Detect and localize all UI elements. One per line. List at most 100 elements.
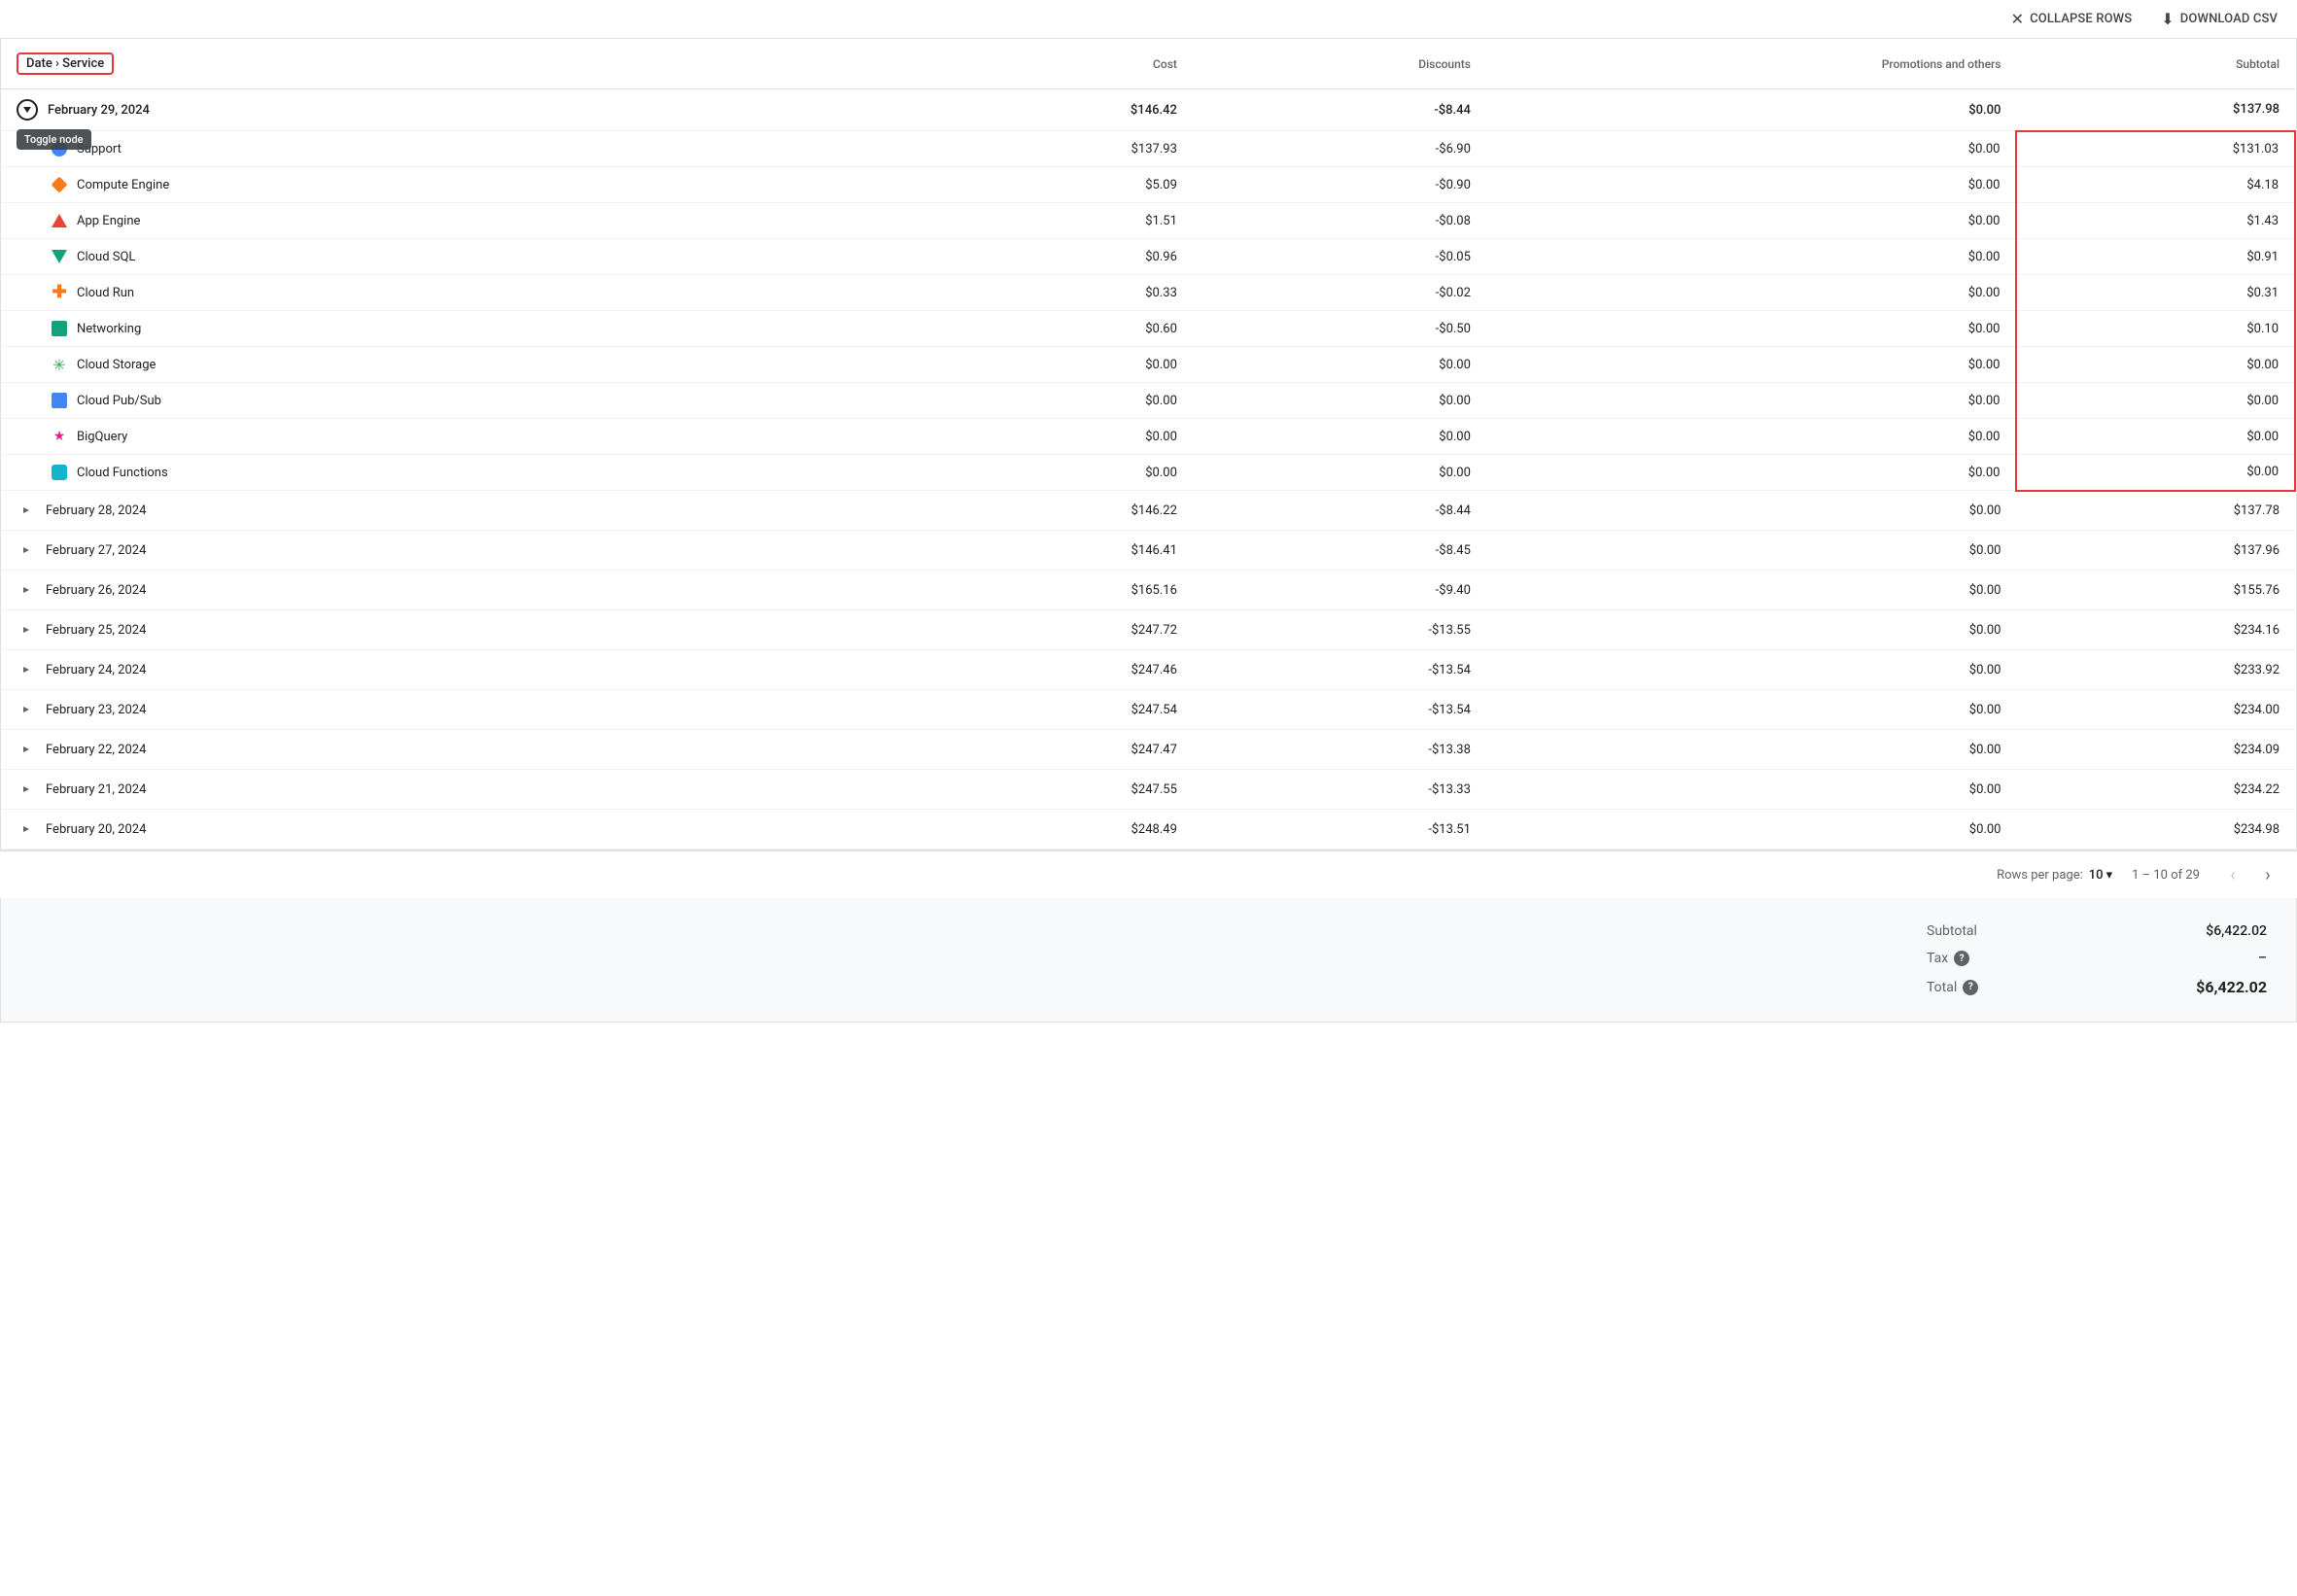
subtotal-cell: $137.96 — [2016, 531, 2295, 571]
expand-button[interactable] — [17, 580, 36, 600]
expand-button[interactable] — [17, 620, 36, 640]
promotions-cell: $0.00 — [1486, 690, 2017, 730]
promotions-cell: $0.00 — [1486, 491, 2017, 531]
cost-cell: $1.51 — [919, 203, 1193, 239]
service-name: Cloud Functions — [77, 466, 168, 480]
service-icon: ✚ — [52, 285, 67, 300]
date-label: February 26, 2024 — [46, 583, 146, 598]
download-csv-button[interactable]: ⬇ DOWNLOAD CSV — [2161, 10, 2278, 28]
table-row: February 25, 2024 $247.72 -$13.55 $0.00 … — [1, 610, 2295, 650]
table-row: Cloud Pub/Sub $0.00 $0.00 $0.00 $0.00 — [1, 383, 2295, 419]
discounts-cell: -$13.33 — [1193, 770, 1486, 810]
table-row: Support $137.93 -$6.90 $0.00 $131.03 — [1, 131, 2295, 167]
service-icon — [52, 465, 67, 480]
table-header: Date › Service Cost Discounts Promotions… — [1, 39, 2295, 89]
expand-button[interactable] — [17, 660, 36, 679]
service-row-label: Support — [52, 141, 903, 156]
service-row-label: Cloud SQL — [52, 249, 903, 264]
subtotal-cell: $233.92 — [2016, 650, 2295, 690]
next-page-button[interactable]: › — [2254, 861, 2281, 888]
cost-cell: $146.41 — [919, 531, 1193, 571]
expand-button[interactable] — [17, 819, 36, 839]
date-row-label: February 27, 2024 — [17, 540, 903, 560]
service-row-label: Cloud Functions — [52, 465, 903, 480]
collapse-rows-button[interactable]: ✕ COLLAPSE ROWS — [2011, 10, 2133, 28]
download-csv-label: DOWNLOAD CSV — [2180, 12, 2278, 26]
table-row: ✳ Cloud Storage $0.00 $0.00 $0.00 $0.00 — [1, 347, 2295, 383]
promotions-cell: $0.00 — [1486, 167, 2017, 203]
service-row-label: Cloud Pub/Sub — [52, 393, 903, 408]
service-name: App Engine — [77, 214, 140, 228]
promotions-cell: $0.00 — [1486, 571, 2017, 610]
service-icon — [52, 213, 67, 228]
service-icon — [52, 393, 67, 408]
total-help-icon[interactable]: ? — [1963, 980, 1978, 995]
discounts-cell: -$13.38 — [1193, 730, 1486, 770]
expand-button[interactable] — [17, 780, 36, 799]
promotions-cell: $0.00 — [1486, 610, 2017, 650]
date-row-label: February 21, 2024 — [17, 780, 903, 799]
tax-row: Tax ? – — [1927, 945, 2267, 972]
cost-cell: $0.00 — [919, 347, 1193, 383]
subtotal-header: Subtotal — [2016, 39, 2295, 89]
promotions-cell: $0.00 — [1486, 810, 2017, 850]
promotions-cell: $0.00 — [1486, 531, 2017, 571]
promotions-cell: $0.00 — [1486, 275, 2017, 311]
subtotal-cell: $234.22 — [2016, 770, 2295, 810]
discounts-cell: -$0.05 — [1193, 239, 1486, 275]
service-name: Cloud Pub/Sub — [77, 394, 161, 408]
date-row-label: February 23, 2024 — [17, 700, 903, 719]
discounts-cell: -$8.44 — [1193, 491, 1486, 531]
cost-cell: $247.47 — [919, 730, 1193, 770]
expand-button[interactable] — [17, 501, 36, 520]
collapse-rows-label: COLLAPSE ROWS — [2030, 12, 2132, 26]
service-name: BigQuery — [77, 430, 127, 444]
total-row: Total ? $6,422.02 — [1927, 972, 2267, 1002]
service-row-label: Compute Engine — [52, 177, 903, 192]
rows-per-page-select[interactable]: 10 ▾ — [2089, 868, 2112, 883]
download-icon: ⬇ — [2161, 10, 2175, 28]
promotions-cell: $0.00 — [1486, 239, 2017, 275]
service-row-label: App Engine — [52, 213, 903, 228]
date-row-label: February 20, 2024 — [17, 819, 903, 839]
subtotal-cell: $234.98 — [2016, 810, 2295, 850]
service-name: Compute Engine — [77, 178, 169, 192]
cost-cell: $0.00 — [919, 383, 1193, 419]
subtotal-cell: $131.03 — [2016, 131, 2295, 167]
subtotal-cell: $4.18 — [2016, 167, 2295, 203]
promotions-cell: $0.00 — [1486, 203, 2017, 239]
discounts-cell: -$0.90 — [1193, 167, 1486, 203]
table-row: ★ BigQuery $0.00 $0.00 $0.00 $0.00 — [1, 419, 2295, 455]
summary-section: Subtotal $6,422.02 Tax ? – Total ? $6,42… — [0, 898, 2297, 1023]
subtotal-cell: $0.31 — [2016, 275, 2295, 311]
expand-button[interactable] — [17, 740, 36, 759]
service-row-label: ★ BigQuery — [52, 429, 903, 444]
table-row: ✚ Cloud Run $0.33 -$0.02 $0.00 $0.31 — [1, 275, 2295, 311]
cost-cell: $248.49 — [919, 810, 1193, 850]
service-name: Cloud Storage — [77, 358, 156, 372]
promotions-cell: $0.00 — [1486, 383, 2017, 419]
tax-label: Tax — [1927, 951, 1948, 966]
table-row: February 23, 2024 $247.54 -$13.54 $0.00 … — [1, 690, 2295, 730]
discounts-cell: -$13.51 — [1193, 810, 1486, 850]
date-label: February 20, 2024 — [46, 822, 146, 837]
date-row-label: February 22, 2024 — [17, 740, 903, 759]
service-name: Networking — [77, 322, 141, 336]
prev-page-button[interactable]: ‹ — [2219, 861, 2246, 888]
promotions-cell: $0.00 — [1486, 730, 2017, 770]
table-row: February 20, 2024 $248.49 -$13.51 $0.00 … — [1, 810, 2295, 850]
tax-help-icon[interactable]: ? — [1954, 951, 1969, 966]
table-row: Cloud SQL $0.96 -$0.05 $0.00 $0.91 — [1, 239, 2295, 275]
table-row: February 26, 2024 $165.16 -$9.40 $0.00 $… — [1, 571, 2295, 610]
discounts-cell: -$13.54 — [1193, 650, 1486, 690]
table-row: Cloud Functions $0.00 $0.00 $0.00 $0.00 — [1, 455, 2295, 491]
cost-cell: $0.00 — [919, 419, 1193, 455]
total-value: $6,422.02 — [2196, 978, 2267, 996]
expand-button[interactable] — [17, 700, 36, 719]
expand-button[interactable] — [17, 99, 38, 121]
expand-button[interactable] — [17, 540, 36, 560]
date-label: February 28, 2024 — [46, 503, 146, 518]
discounts-cell: $0.00 — [1193, 455, 1486, 491]
service-icon — [52, 177, 67, 192]
subtotal-cell: $0.00 — [2016, 347, 2295, 383]
